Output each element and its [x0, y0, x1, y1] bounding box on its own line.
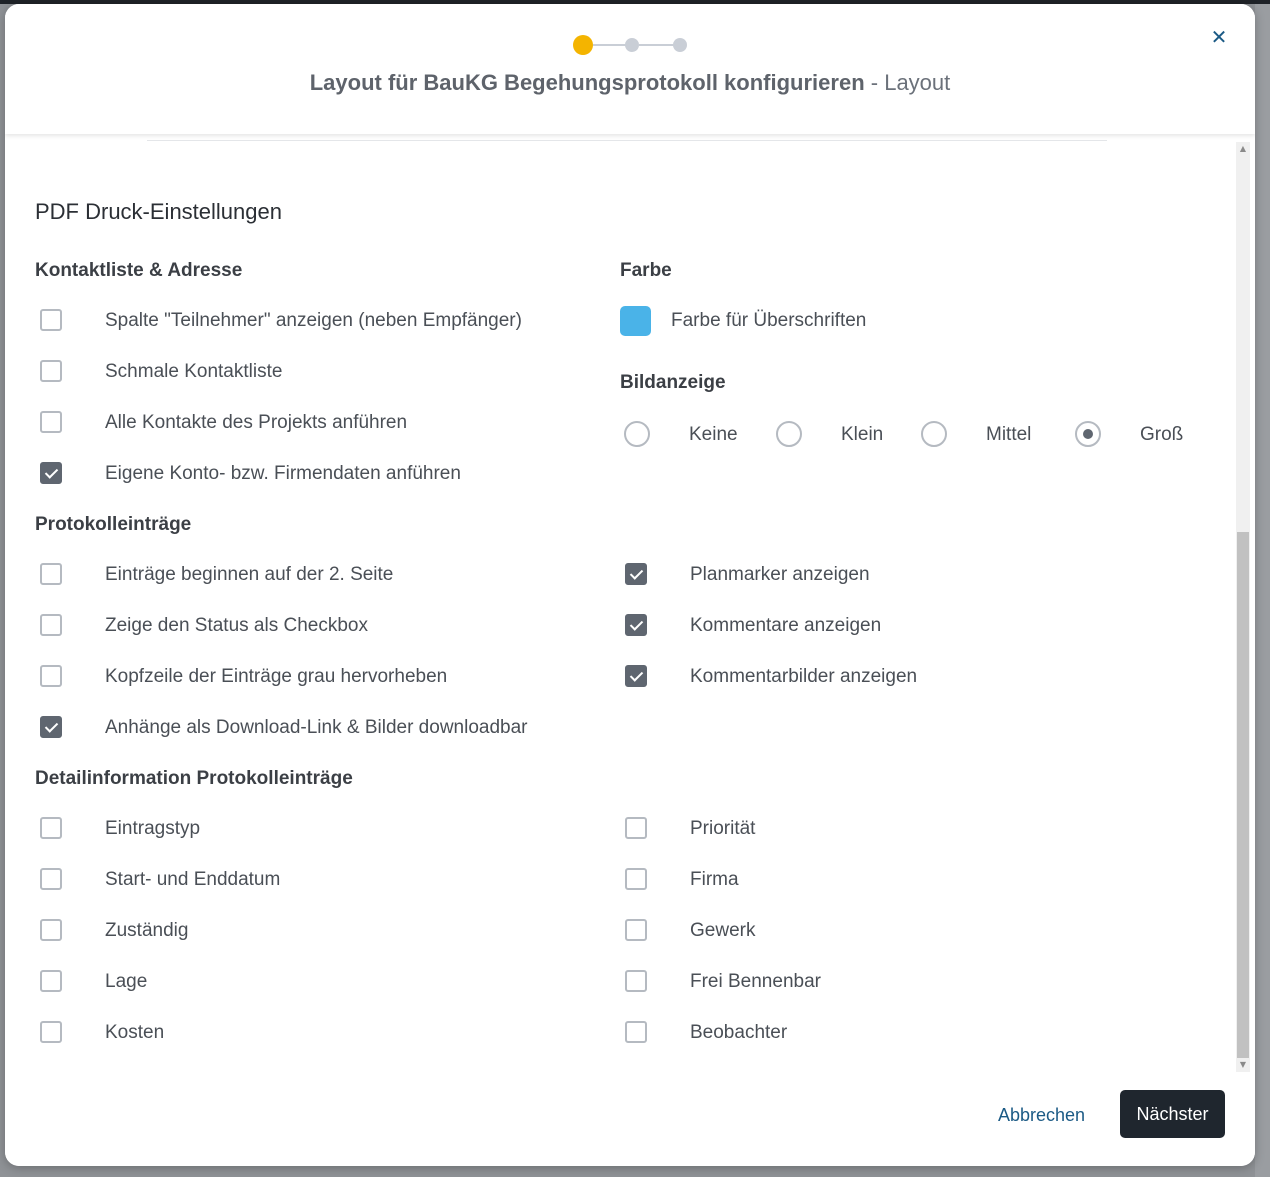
- dialog-title-separator: -: [864, 70, 885, 95]
- checkbox-checked[interactable]: [40, 462, 62, 484]
- radio-unselected[interactable]: [921, 421, 947, 447]
- dialog-title-main: Layout für BauKG Begehungsprotokoll konf…: [309, 70, 865, 95]
- dialog-title: Layout für BauKG Begehungsprotokoll konf…: [5, 70, 1255, 96]
- radio-selected[interactable]: [1075, 421, 1101, 447]
- radio-label: Mittel: [986, 424, 1032, 445]
- checkbox-label: Frei Bennenbar: [690, 971, 821, 992]
- scroll-up-icon[interactable]: ▲: [1236, 142, 1250, 156]
- checkbox-unchecked[interactable]: [625, 919, 647, 941]
- checkbox-checked[interactable]: [625, 614, 647, 636]
- heading-color-swatch[interactable]: [620, 306, 651, 336]
- checkbox-checked[interactable]: [40, 716, 62, 738]
- checkbox-unchecked[interactable]: [40, 868, 62, 890]
- checkbox-label: Kosten: [105, 1022, 165, 1043]
- radio-unselected[interactable]: [624, 421, 650, 447]
- step-indicator-3: [673, 38, 687, 52]
- checkbox-label: Start- und Enddatum: [105, 869, 281, 890]
- group-title-entries: Protokolleinträge: [35, 514, 192, 535]
- checkbox-unchecked[interactable]: [40, 970, 62, 992]
- section-title: PDF Druck-Einstellungen: [35, 199, 282, 224]
- checkbox-unchecked[interactable]: [40, 817, 62, 839]
- dialog-title-step: Layout: [884, 70, 951, 95]
- checkbox-label: Kommentarbilder anzeigen: [690, 666, 918, 687]
- group-title-image-display: Bildanzeige: [620, 372, 726, 393]
- checkbox-label: Kopfzeile der Einträge grau hervorheben: [105, 666, 448, 687]
- checkbox-label: Schmale Kontaktliste: [105, 361, 283, 382]
- dialog-header: Layout für BauKG Begehungsprotokoll konf…: [5, 4, 1255, 134]
- radio-label: Keine: [689, 424, 738, 445]
- close-icon[interactable]: ✕: [1209, 27, 1229, 47]
- checkbox-label: Eintragstyp: [105, 818, 201, 839]
- checkbox-label: Einträge beginnen auf der 2. Seite: [105, 564, 394, 585]
- scrollbar-thumb[interactable]: [1237, 532, 1249, 1058]
- checkbox-label: Firma: [690, 869, 739, 890]
- checkbox-unchecked[interactable]: [40, 309, 62, 331]
- step-indicator-2: [625, 38, 639, 52]
- image-size-radio-group: Keine Klein Mittel Groß: [624, 420, 1224, 450]
- checkbox-label: Priorität: [690, 818, 756, 839]
- checkbox-unchecked[interactable]: [40, 614, 62, 636]
- scrollbar[interactable]: ▲ ▼: [1236, 142, 1250, 1072]
- cancel-button[interactable]: Abbrechen: [998, 1105, 1085, 1126]
- radio-label: Groß: [1140, 424, 1184, 445]
- group-title-color: Farbe: [620, 260, 672, 281]
- checkbox-unchecked[interactable]: [625, 1021, 647, 1043]
- checkbox-checked[interactable]: [625, 665, 647, 687]
- heading-color-label: Farbe für Überschriften: [671, 310, 867, 331]
- dialog-body: PDF Druck-Einstellungen Kontaktliste & A…: [5, 134, 1255, 1079]
- group-title-details: Detailinformation Protokolleinträge: [35, 768, 353, 789]
- checkbox-label: Alle Kontakte des Projekts anführen: [105, 412, 408, 433]
- radio-label: Klein: [841, 424, 884, 445]
- checkbox-unchecked[interactable]: [625, 817, 647, 839]
- checkbox-label: Zeige den Status als Checkbox: [105, 615, 368, 636]
- next-button[interactable]: Nächster: [1120, 1090, 1225, 1138]
- layout-config-dialog: Layout für BauKG Begehungsprotokoll konf…: [5, 4, 1255, 1166]
- checkbox-unchecked[interactable]: [625, 970, 647, 992]
- background-page-edge: [1255, 4, 1270, 1177]
- divider: [147, 140, 1107, 141]
- checkbox-label: Anhänge als Download-Link & Bilder downl…: [105, 717, 528, 738]
- step-indicator-layout: [573, 35, 593, 55]
- group-title-contacts: Kontaktliste & Adresse: [35, 260, 243, 281]
- checkbox-label: Planmarker anzeigen: [690, 564, 870, 585]
- checkbox-unchecked[interactable]: [40, 360, 62, 382]
- checkbox-unchecked[interactable]: [40, 665, 62, 687]
- checkbox-label: Zuständig: [105, 920, 189, 941]
- checkbox-unchecked[interactable]: [40, 563, 62, 585]
- scroll-down-icon[interactable]: ▼: [1236, 1058, 1250, 1072]
- dialog-footer: Abbrechen Nächster: [5, 1079, 1255, 1166]
- checkbox-label: Kommentare anzeigen: [690, 615, 882, 636]
- radio-unselected[interactable]: [776, 421, 802, 447]
- checkbox-checked[interactable]: [625, 563, 647, 585]
- checkbox-label: Beobachter: [690, 1022, 788, 1043]
- checkbox-label: Eigene Konto- bzw. Firmendaten anführen: [105, 463, 461, 484]
- checkbox-unchecked[interactable]: [40, 411, 62, 433]
- checkbox-label: Spalte "Teilnehmer" anzeigen (neben Empf…: [105, 310, 522, 331]
- checkbox-label: Gewerk: [690, 920, 756, 941]
- checkbox-unchecked[interactable]: [40, 919, 62, 941]
- checkbox-label: Lage: [105, 971, 148, 992]
- checkbox-unchecked[interactable]: [625, 868, 647, 890]
- checkbox-unchecked[interactable]: [40, 1021, 62, 1043]
- wizard-stepper: [5, 34, 1255, 56]
